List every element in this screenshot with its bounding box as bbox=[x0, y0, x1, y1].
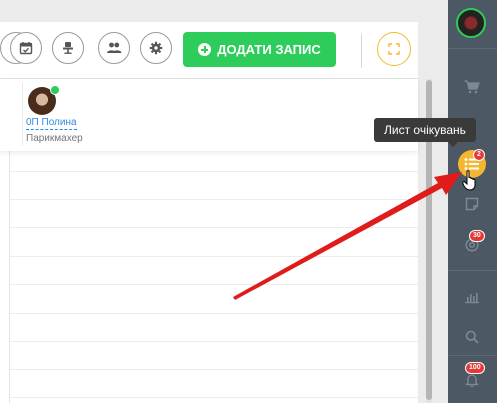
schedule-grid[interactable]: 0П Полина Парикмахер bbox=[0, 79, 418, 403]
chart-icon bbox=[465, 293, 479, 304]
time-slot-line bbox=[10, 313, 418, 314]
main-area: ДОДАТИ ЗАПИС 0П Полина Парикмахер bbox=[0, 0, 448, 403]
note-icon bbox=[465, 197, 479, 211]
settings-gear-icon bbox=[149, 41, 163, 55]
calendar-check-icon bbox=[19, 42, 33, 55]
fullscreen-button[interactable] bbox=[377, 32, 411, 66]
workplace-button[interactable] bbox=[52, 32, 84, 64]
waiting-list-badge: 2 bbox=[473, 149, 485, 161]
sidebar-item-search[interactable] bbox=[464, 329, 480, 345]
add-appointment-button[interactable]: ДОДАТИ ЗАПИС bbox=[183, 32, 336, 67]
calendar-check-button[interactable] bbox=[10, 32, 42, 64]
cart-icon bbox=[464, 80, 480, 94]
staff-name-link[interactable]: 0П Полина bbox=[26, 117, 77, 130]
toolbar-divider bbox=[361, 34, 362, 68]
user-avatar[interactable] bbox=[456, 8, 486, 38]
bell-icon bbox=[465, 374, 479, 387]
hand-cursor-icon bbox=[462, 170, 476, 191]
online-status-dot bbox=[50, 85, 60, 95]
waiting-list-tooltip: Лист очікувань bbox=[374, 118, 476, 147]
sidebar-separator bbox=[448, 270, 497, 271]
staff-role: Парикмахер bbox=[26, 133, 83, 144]
time-slot-line bbox=[10, 369, 418, 370]
workplace-chair-icon bbox=[63, 42, 73, 54]
add-appointment-label: ДОДАТИ ЗАПИС bbox=[217, 42, 321, 57]
time-slot-line bbox=[10, 397, 418, 398]
time-slot-line bbox=[10, 199, 418, 200]
sidebar-separator bbox=[448, 355, 497, 356]
time-slot-line bbox=[10, 284, 418, 285]
settings-button[interactable] bbox=[140, 32, 172, 64]
toolbar: ДОДАТИ ЗАПИС bbox=[0, 22, 418, 79]
time-slot-line bbox=[10, 341, 418, 342]
staff-button[interactable] bbox=[98, 32, 130, 64]
staff-header: 0П Полина Парикмахер bbox=[0, 79, 418, 151]
sidebar-item-notes[interactable] bbox=[464, 196, 480, 212]
column-separator bbox=[22, 83, 23, 145]
notifications-badge: 100 bbox=[465, 362, 485, 374]
time-slot-line bbox=[10, 171, 418, 172]
right-sidebar: 2 30 100 bbox=[448, 0, 497, 403]
sidebar-item-notifications[interactable] bbox=[464, 372, 480, 388]
users-icon bbox=[107, 42, 122, 53]
plus-circle-icon bbox=[198, 43, 212, 56]
time-slot-line bbox=[10, 227, 418, 228]
sidebar-item-analytics[interactable] bbox=[464, 289, 480, 305]
messages-badge: 30 bbox=[469, 230, 485, 242]
sidebar-separator bbox=[448, 48, 497, 49]
fullscreen-icon bbox=[388, 43, 400, 55]
search-icon bbox=[465, 330, 479, 344]
sidebar-item-cart[interactable] bbox=[464, 79, 480, 95]
time-slot-line bbox=[10, 256, 418, 257]
